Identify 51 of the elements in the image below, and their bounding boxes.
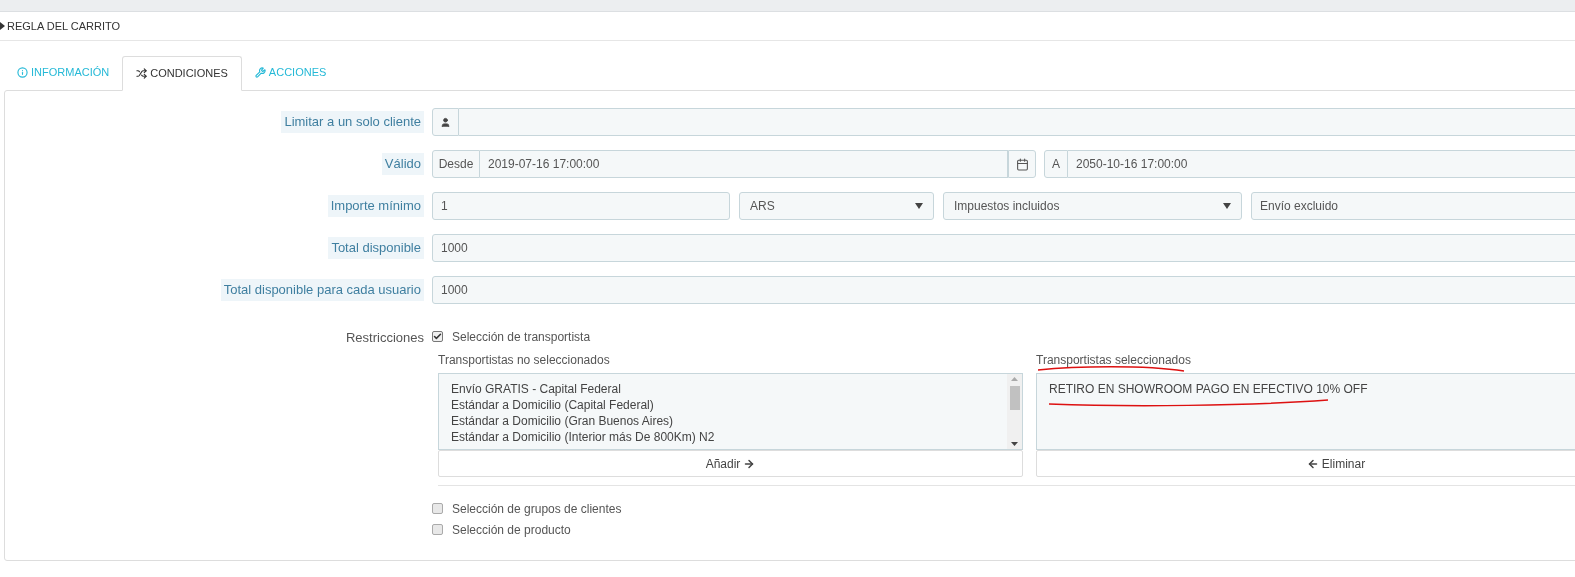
checkbox[interactable]	[432, 503, 443, 514]
shuffle-icon	[136, 68, 148, 79]
input-field[interactable]	[459, 108, 1575, 136]
select-field[interactable]: Impuestos incluidos	[943, 192, 1242, 220]
caret-icon	[0, 22, 5, 30]
select-field[interactable]: ARS	[739, 192, 934, 220]
scroll-up-icon[interactable]	[1011, 377, 1018, 381]
scroll-down-icon[interactable]	[1011, 442, 1018, 446]
field-label: Válido	[381, 153, 424, 175]
list-item[interactable]: Estándar a Domicilio (Interior más De 800Km) N2	[451, 429, 1007, 445]
tab[interactable]: CONDICIONES	[122, 56, 242, 91]
field-label: Restricciones	[345, 329, 424, 347]
list-title: Transportistas seleccionados	[1036, 351, 1575, 373]
list-item[interactable]: Envío GRATIS - Capital Federal	[451, 381, 1007, 397]
input-field[interactable]: 2050-10-16 17:00:00	[1068, 150, 1575, 178]
list-item[interactable]: Estándar a Domicilio (Gran Buenos Aires)	[451, 413, 1007, 429]
add-button[interactable]: Añadir	[438, 450, 1023, 477]
input-field[interactable]: 1	[432, 192, 730, 220]
input-field[interactable]: 2019-07-16 17:00:00	[480, 150, 1008, 178]
checkbox-label: Selección de grupos de clientes	[452, 500, 622, 518]
scrollbar[interactable]	[1007, 374, 1022, 449]
input-field[interactable]: 1000	[432, 276, 1575, 304]
field-label: Importe mínimo	[327, 195, 424, 217]
checkbox[interactable]	[432, 331, 443, 342]
checkbox-label: Selección de producto	[452, 521, 571, 539]
list-item[interactable]: RETIRO EN SHOWROOM PAGO EN EFECTIVO 10% OFF	[1049, 381, 1575, 397]
input-field[interactable]: 1000	[432, 234, 1575, 262]
remove-button[interactable]: Eliminar	[1036, 450, 1575, 477]
info-icon	[17, 67, 28, 78]
field-label: Total disponible	[328, 237, 424, 259]
list-title: Transportistas no seleccionados	[438, 352, 611, 369]
checkbox-label: Selección de transportista	[452, 328, 591, 346]
input-field[interactable]: Envío excluido	[1251, 192, 1575, 220]
carrier-list[interactable]: RETIRO EN SHOWROOM PAGO EN EFECTIVO 10% OFF	[1036, 373, 1575, 450]
caret-icon	[1223, 203, 1231, 209]
arrow-right-icon	[743, 457, 756, 470]
checkbox[interactable]	[432, 524, 443, 535]
calendar-button[interactable]	[1008, 150, 1036, 178]
wrench-icon	[254, 67, 266, 78]
input-addon: A	[1044, 150, 1068, 178]
input-addon: Desde	[432, 150, 480, 178]
panel-title: REGLA DEL CARRITO	[7, 18, 121, 34]
arrow-left-icon	[1306, 457, 1319, 470]
caret-icon	[915, 203, 923, 209]
user-icon	[440, 116, 451, 128]
scrollbar-thumb[interactable]	[1009, 385, 1020, 410]
calendar-icon	[1015, 157, 1029, 171]
carrier-list[interactable]: Envío GRATIS - Capital Federal Estándar a Domicilio (Capital Federal) Estándar a Domicilio (Gran Buenos Aires) Estándar a Domicilio (Interior más De 800Km) N2	[438, 373, 1023, 450]
list-item[interactable]: Estándar a Domicilio (Capital Federal)	[451, 397, 1007, 413]
field-label: Total disponible para cada usuario	[220, 279, 424, 301]
field-label: Limitar a un solo cliente	[281, 111, 424, 133]
